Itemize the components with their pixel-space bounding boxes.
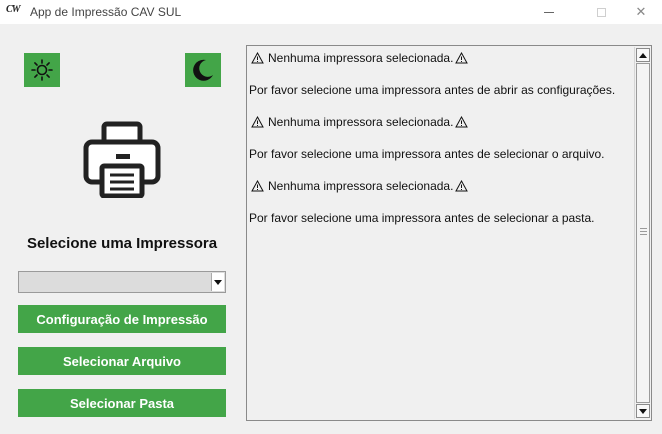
printer-select[interactable] [18, 271, 226, 293]
arrow-up-icon [639, 52, 647, 58]
scroll-up-button[interactable] [636, 48, 650, 62]
close-icon: ✕ [635, 4, 647, 19]
title-bar: CW App de Impressão CAV SUL ✕ [0, 0, 662, 24]
vertical-scrollbar[interactable] [634, 47, 650, 419]
moon-icon [193, 59, 213, 81]
log-content: Nenhuma impressora selecionada. Por favo… [249, 50, 633, 242]
print-config-button[interactable]: Configuração de Impressão [18, 305, 226, 333]
light-theme-button[interactable] [24, 53, 60, 87]
printer-icon [83, 121, 161, 198]
log-warning: Nenhuma impressora selecionada. [249, 114, 633, 130]
log-message: Por favor selecione uma impressora antes… [249, 83, 616, 97]
minimize-icon [544, 11, 554, 13]
log-warning-text: Nenhuma impressora selecionada. [268, 179, 454, 193]
select-file-button[interactable]: Selecionar Arquivo [18, 347, 226, 375]
scroll-down-button[interactable] [636, 404, 650, 418]
warning-icon [251, 116, 264, 128]
warning-icon [251, 180, 264, 192]
dark-theme-button[interactable] [185, 53, 221, 87]
window-title: App de Impressão CAV SUL [30, 5, 182, 19]
log-warning-text: Nenhuma impressora selecionada. [268, 51, 454, 65]
log-message: Por favor selecione uma impressora antes… [249, 147, 605, 161]
sun-icon [31, 59, 53, 81]
maximize-icon [596, 7, 606, 17]
warning-icon [251, 52, 264, 64]
log-warning: Nenhuma impressora selecionada. [249, 178, 633, 194]
chevron-down-icon [214, 279, 222, 285]
app-logo: CW [6, 4, 21, 15]
section-title: Selecione uma Impressora [26, 235, 218, 252]
warning-icon [455, 116, 469, 128]
close-button[interactable]: ✕ [618, 0, 662, 24]
log-warning: Nenhuma impressora selecionada. [249, 50, 633, 66]
warning-icon [455, 180, 469, 192]
warning-icon [455, 52, 469, 64]
scrollbar-thumb[interactable] [636, 63, 650, 403]
select-folder-button[interactable]: Selecionar Pasta [18, 389, 226, 417]
scrollbar-grip [640, 228, 647, 237]
log-panel[interactable]: Nenhuma impressora selecionada. Por favo… [246, 45, 652, 421]
dropdown-arrow-button[interactable] [211, 273, 224, 291]
arrow-down-icon [639, 408, 647, 414]
log-message: Por favor selecione uma impressora antes… [249, 211, 595, 225]
minimize-button[interactable] [526, 0, 572, 24]
log-warning-text: Nenhuma impressora selecionada. [268, 115, 454, 129]
